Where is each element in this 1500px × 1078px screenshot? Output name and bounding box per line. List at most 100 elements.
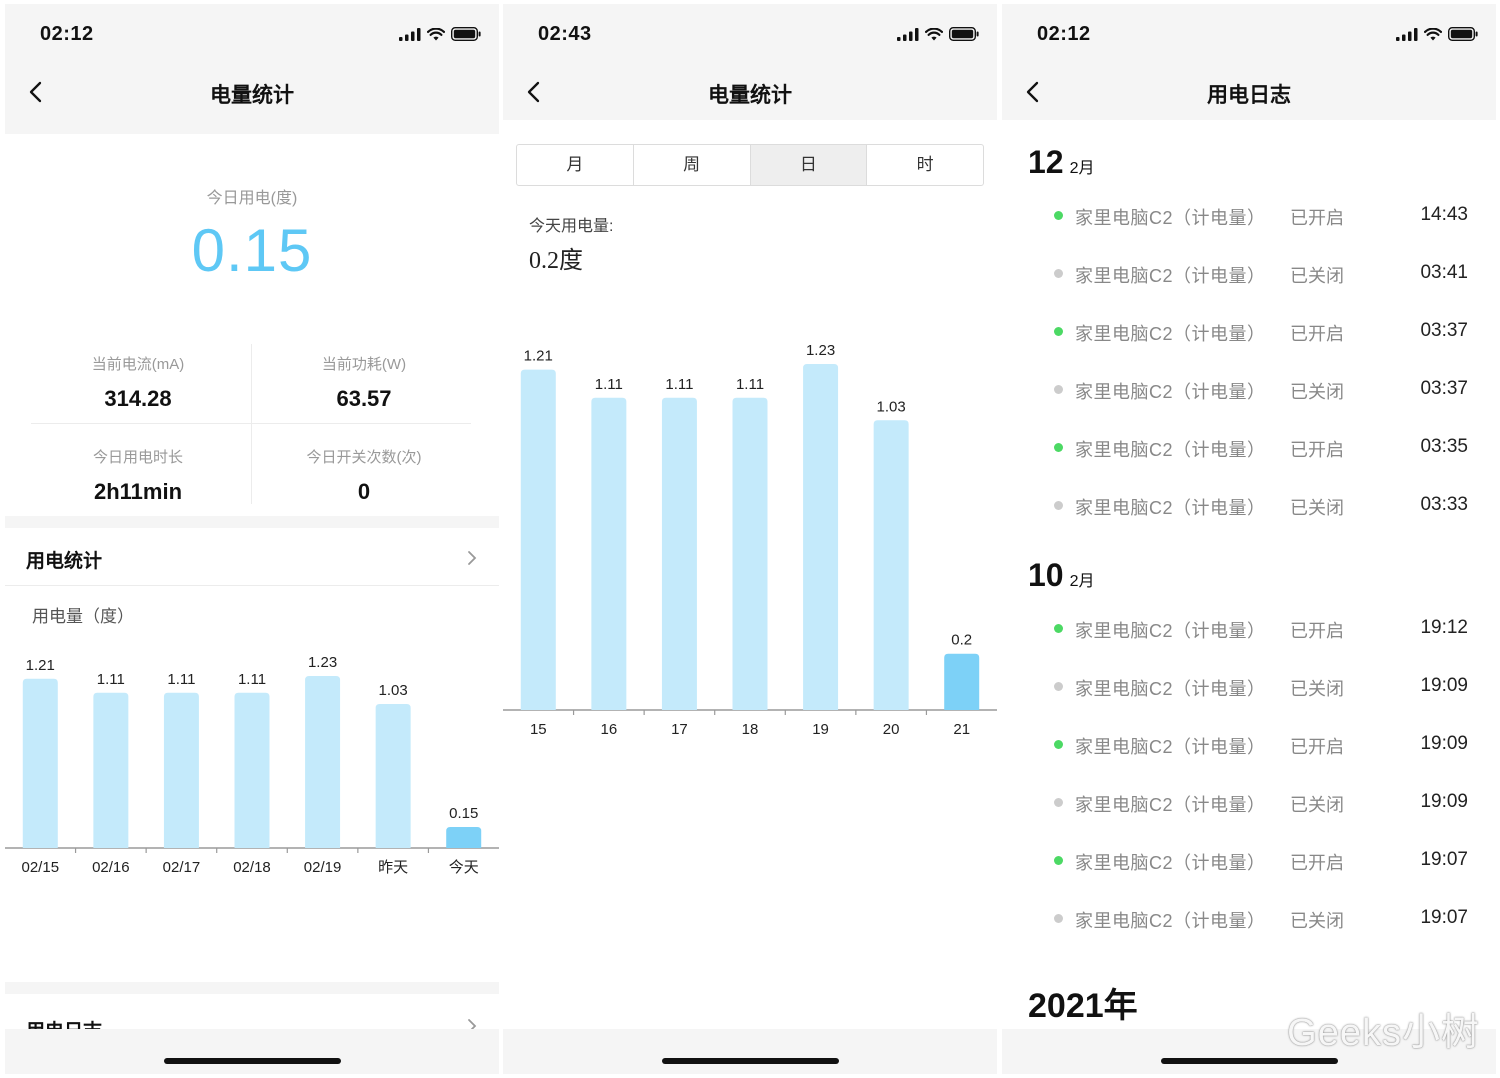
nav-bar: 用电日志 bbox=[1002, 64, 1496, 120]
bar[interactable] bbox=[591, 397, 627, 710]
log-time: 03:41 bbox=[1420, 262, 1468, 283]
tab-month[interactable]: 月 bbox=[517, 145, 634, 185]
log-time: 19:12 bbox=[1420, 617, 1468, 638]
status-off-dot-icon bbox=[1054, 914, 1063, 923]
today-usage-value: 0.15 bbox=[191, 217, 313, 284]
status-on-dot-icon bbox=[1054, 856, 1063, 865]
status-icons bbox=[1396, 27, 1478, 41]
home-indicator[interactable] bbox=[1161, 1058, 1338, 1064]
x-tick-label: 21 bbox=[953, 721, 970, 738]
signal-icon bbox=[399, 27, 421, 41]
status-time: 02:12 bbox=[40, 23, 94, 45]
section-separator bbox=[5, 982, 499, 994]
log-entry: 家里电脑C2（计电量） 已开启 19:09 bbox=[1002, 733, 1496, 763]
bar[interactable] bbox=[163, 692, 199, 848]
log-device: 家里电脑C2（计电量） bbox=[1075, 737, 1266, 757]
status-on-dot-icon bbox=[1054, 443, 1063, 452]
bar-value-label: 1.03 bbox=[379, 682, 408, 699]
home-indicator[interactable] bbox=[662, 1058, 839, 1064]
log-device: 家里电脑C2（计电量） bbox=[1075, 208, 1266, 228]
log-device: 家里电脑C2（计电量） bbox=[1075, 853, 1266, 873]
stat-label: 当前电流(mA) bbox=[91, 356, 185, 373]
log-time: 19:07 bbox=[1420, 907, 1468, 928]
log-time: 19:09 bbox=[1420, 791, 1468, 812]
bar[interactable] bbox=[944, 653, 980, 710]
date-header: 10 2月 bbox=[1028, 557, 1095, 594]
bar[interactable] bbox=[732, 397, 768, 710]
nav-bar: 电量统计 bbox=[503, 64, 997, 120]
log-status: 已开启 bbox=[1290, 440, 1344, 460]
bar[interactable] bbox=[234, 692, 270, 848]
footer-area bbox=[5, 1029, 499, 1074]
log-entry: 家里电脑C2（计电量） 已关闭 19:07 bbox=[1002, 907, 1496, 937]
status-on-dot-icon bbox=[1054, 327, 1063, 336]
daily-usage-chart: 1.21 02/15 1.11 02/16 1.11 02/17 1.11 02/18 1.23… bbox=[5, 644, 499, 889]
status-on-dot-icon bbox=[1054, 740, 1063, 749]
date-month: 2月 bbox=[1069, 160, 1095, 177]
today-usage-value: 0.2度 bbox=[529, 248, 583, 274]
wifi-icon bbox=[427, 27, 445, 40]
status-off-dot-icon bbox=[1054, 385, 1063, 394]
log-device: 家里电脑C2（计电量） bbox=[1075, 440, 1266, 460]
log-status: 已关闭 bbox=[1290, 795, 1344, 815]
log-time: 03:37 bbox=[1420, 320, 1468, 341]
home-indicator[interactable] bbox=[164, 1058, 341, 1064]
signal-icon bbox=[1396, 27, 1418, 41]
usage-stats-row[interactable]: 用电统计 bbox=[5, 528, 499, 586]
chevron-right-icon bbox=[468, 551, 477, 565]
bar[interactable] bbox=[661, 397, 697, 710]
tab-hour[interactable]: 时 bbox=[867, 145, 983, 185]
log-time: 19:09 bbox=[1420, 733, 1468, 754]
status-on-dot-icon bbox=[1054, 624, 1063, 633]
bar[interactable] bbox=[803, 364, 839, 710]
chart-y-label: 用电量（度） bbox=[32, 607, 134, 626]
usage-log-row[interactable]: 用电日志 bbox=[5, 994, 499, 1034]
bar-value-label: 1.21 bbox=[26, 657, 55, 674]
signal-icon bbox=[897, 27, 919, 41]
tab-day[interactable]: 日 bbox=[750, 145, 868, 185]
bar[interactable] bbox=[375, 703, 411, 848]
log-entry: 家里电脑C2（计电量） 已开启 19:12 bbox=[1002, 617, 1496, 647]
log-time: 03:33 bbox=[1420, 494, 1468, 515]
log-time: 03:37 bbox=[1420, 378, 1468, 399]
stat-duration: 今日用电时长 2h11min bbox=[15, 446, 261, 505]
log-status: 已关闭 bbox=[1290, 498, 1344, 518]
stats-divider-horizontal bbox=[31, 423, 471, 424]
bar[interactable] bbox=[22, 678, 58, 848]
bar[interactable] bbox=[873, 420, 909, 710]
bar-value-label: 1.11 bbox=[595, 376, 623, 393]
bar[interactable] bbox=[446, 827, 482, 848]
log-status: 已开启 bbox=[1290, 324, 1344, 344]
x-tick-label: 02/19 bbox=[304, 859, 342, 876]
log-device: 家里电脑C2（计电量） bbox=[1075, 498, 1266, 518]
status-time: 02:43 bbox=[538, 23, 592, 45]
stat-value: 2h11min bbox=[93, 479, 183, 504]
stat-label: 当前功耗(W) bbox=[321, 356, 407, 373]
bar-value-label: 0.15 bbox=[449, 805, 478, 822]
battery-icon bbox=[949, 27, 979, 41]
tab-week[interactable]: 周 bbox=[634, 145, 751, 185]
wifi-icon bbox=[1424, 27, 1442, 40]
bar[interactable] bbox=[305, 676, 341, 848]
page-title: 用电日志 bbox=[1207, 84, 1291, 107]
log-status: 已关闭 bbox=[1290, 266, 1344, 286]
date-day: 10 bbox=[1028, 557, 1064, 593]
screen-power-stats-summary: 02:12 电量统计 今日用电(度) 0.15 当前电流(mA) 314.28 … bbox=[5, 4, 499, 1074]
bar-value-label: 1.11 bbox=[238, 671, 266, 688]
x-tick-label: 02/18 bbox=[233, 859, 271, 876]
log-status: 已关闭 bbox=[1290, 911, 1344, 931]
bar-value-label: 1.11 bbox=[665, 376, 693, 393]
log-entry: 家里电脑C2（计电量） 已开启 19:07 bbox=[1002, 849, 1496, 879]
log-entry: 家里电脑C2（计电量） 已开启 14:43 bbox=[1002, 204, 1496, 234]
log-entry: 家里电脑C2（计电量） 已关闭 03:41 bbox=[1002, 262, 1496, 292]
stat-value: 314.28 bbox=[104, 386, 172, 411]
stat-power: 当前功耗(W) 63.57 bbox=[241, 353, 487, 412]
x-tick-label: 18 bbox=[742, 721, 759, 738]
date-day: 12 bbox=[1028, 144, 1064, 180]
bar[interactable] bbox=[93, 692, 129, 848]
log-status: 已关闭 bbox=[1290, 382, 1344, 402]
bar-value-label: 0.2 bbox=[951, 632, 972, 649]
x-tick-label: 昨天 bbox=[378, 859, 408, 876]
section-divider bbox=[5, 585, 499, 586]
bar[interactable] bbox=[520, 369, 556, 710]
